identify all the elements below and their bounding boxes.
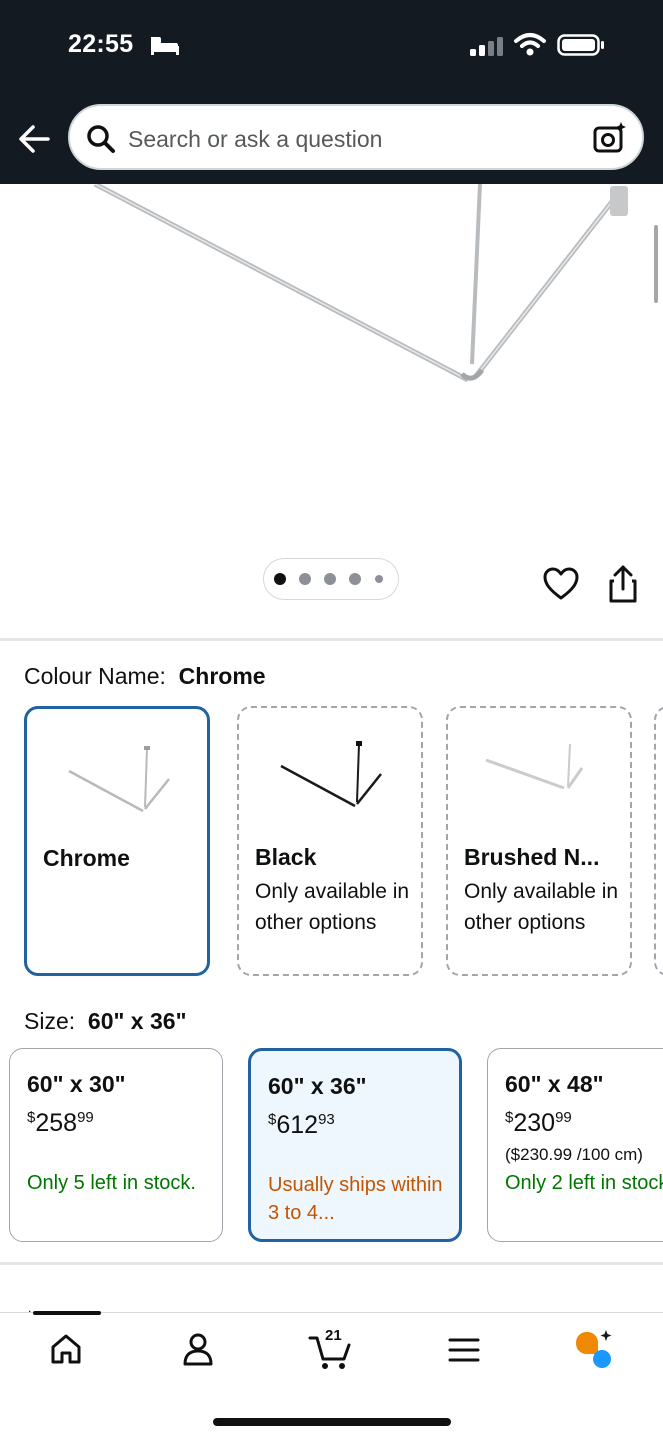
colour-name-label: Colour Name: Chrome bbox=[24, 663, 266, 689]
cart-icon[interactable] bbox=[308, 1333, 354, 1371]
colour-option-availability: Only available in other options bbox=[255, 880, 410, 934]
account-icon[interactable] bbox=[180, 1331, 216, 1367]
menu-icon[interactable] bbox=[447, 1335, 481, 1365]
size-label: Size: 60" x 36" bbox=[24, 1008, 187, 1034]
size-option-stock: Only 2 left in stock. bbox=[505, 1172, 663, 1194]
size-option-name: 60" x 48" bbox=[505, 1071, 604, 1097]
carousel-dot[interactable] bbox=[324, 573, 336, 585]
camera-search-icon[interactable] bbox=[592, 120, 628, 156]
size-option-price: $23099 bbox=[505, 1109, 572, 1137]
section-divider bbox=[0, 1262, 663, 1265]
carousel-dot[interactable] bbox=[299, 573, 311, 585]
product-image[interactable] bbox=[0, 181, 663, 584]
battery-icon bbox=[557, 34, 604, 56]
search-placeholder: Search or ask a question bbox=[128, 126, 383, 152]
size-option-price: $61293 bbox=[268, 1111, 335, 1139]
size-option-60x36[interactable]: 60" x 36" $61293 Usually ships within 3 … bbox=[248, 1048, 462, 1242]
heart-icon[interactable] bbox=[542, 566, 580, 602]
colour-option-name: Brushed N... bbox=[464, 844, 600, 870]
status-time: 22:55 bbox=[68, 30, 134, 58]
carousel-dot[interactable] bbox=[375, 575, 383, 583]
colour-option-availability: Only available in other options bbox=[464, 880, 619, 934]
carousel-dot[interactable] bbox=[349, 573, 361, 585]
colour-option-chrome[interactable]: Chrome bbox=[24, 706, 210, 976]
black-rod-thumbnail bbox=[280, 741, 382, 808]
colour-option-name: Black bbox=[255, 844, 317, 870]
home-indicator[interactable] bbox=[213, 1418, 451, 1426]
size-option-60x30[interactable]: 60" x 30" $25899 Only 5 left in stock. bbox=[9, 1048, 223, 1242]
image-carousel-indicator[interactable] bbox=[263, 558, 399, 600]
top-header: 22:55 Search or ask a question bbox=[0, 0, 663, 184]
cellular-signal-icon bbox=[470, 37, 503, 56]
share-icon[interactable] bbox=[606, 564, 640, 604]
size-option-name: 60" x 36" bbox=[268, 1073, 367, 1099]
sleep-mode-icon bbox=[151, 37, 179, 55]
size-option-price: $25899 bbox=[27, 1109, 94, 1137]
rufus-assistant-icon[interactable] bbox=[572, 1329, 616, 1369]
size-option-name: 60" x 30" bbox=[27, 1071, 126, 1097]
wifi-icon bbox=[514, 33, 546, 56]
scrollbar[interactable] bbox=[654, 225, 658, 303]
active-tab-indicator bbox=[33, 1311, 101, 1315]
home-icon[interactable] bbox=[48, 1331, 84, 1367]
size-option-stock: Only 5 left in stock. bbox=[27, 1172, 196, 1194]
carousel-dot[interactable] bbox=[274, 573, 286, 585]
size-option-unit-price: ($230.99 /100 cm) bbox=[505, 1145, 643, 1164]
colour-option-partial[interactable] bbox=[654, 706, 663, 976]
selected-colour-value: Chrome bbox=[178, 663, 266, 689]
brushed-nickel-rod-thumbnail bbox=[485, 743, 584, 790]
colour-option-black[interactable]: Black Only available in other options bbox=[237, 706, 423, 976]
size-option-60x48[interactable]: 60" x 48" $23099 ($230.99 /100 cm) Only … bbox=[487, 1048, 663, 1242]
selected-size-value: 60" x 36" bbox=[87, 1008, 187, 1034]
search-input[interactable]: Search or ask a question bbox=[68, 104, 644, 170]
size-option-stock: Usually ships within 3 to 4... bbox=[268, 1174, 443, 1224]
chrome-rod-thumbnail bbox=[68, 746, 170, 813]
back-arrow-icon[interactable] bbox=[14, 118, 56, 160]
section-divider bbox=[0, 638, 663, 641]
shower-rod-illustration bbox=[93, 181, 628, 383]
colour-option-name: Chrome bbox=[43, 845, 130, 871]
colour-option-brushed-nickel[interactable]: Brushed N... Only available in other opt… bbox=[446, 706, 632, 976]
search-icon bbox=[87, 125, 115, 153]
